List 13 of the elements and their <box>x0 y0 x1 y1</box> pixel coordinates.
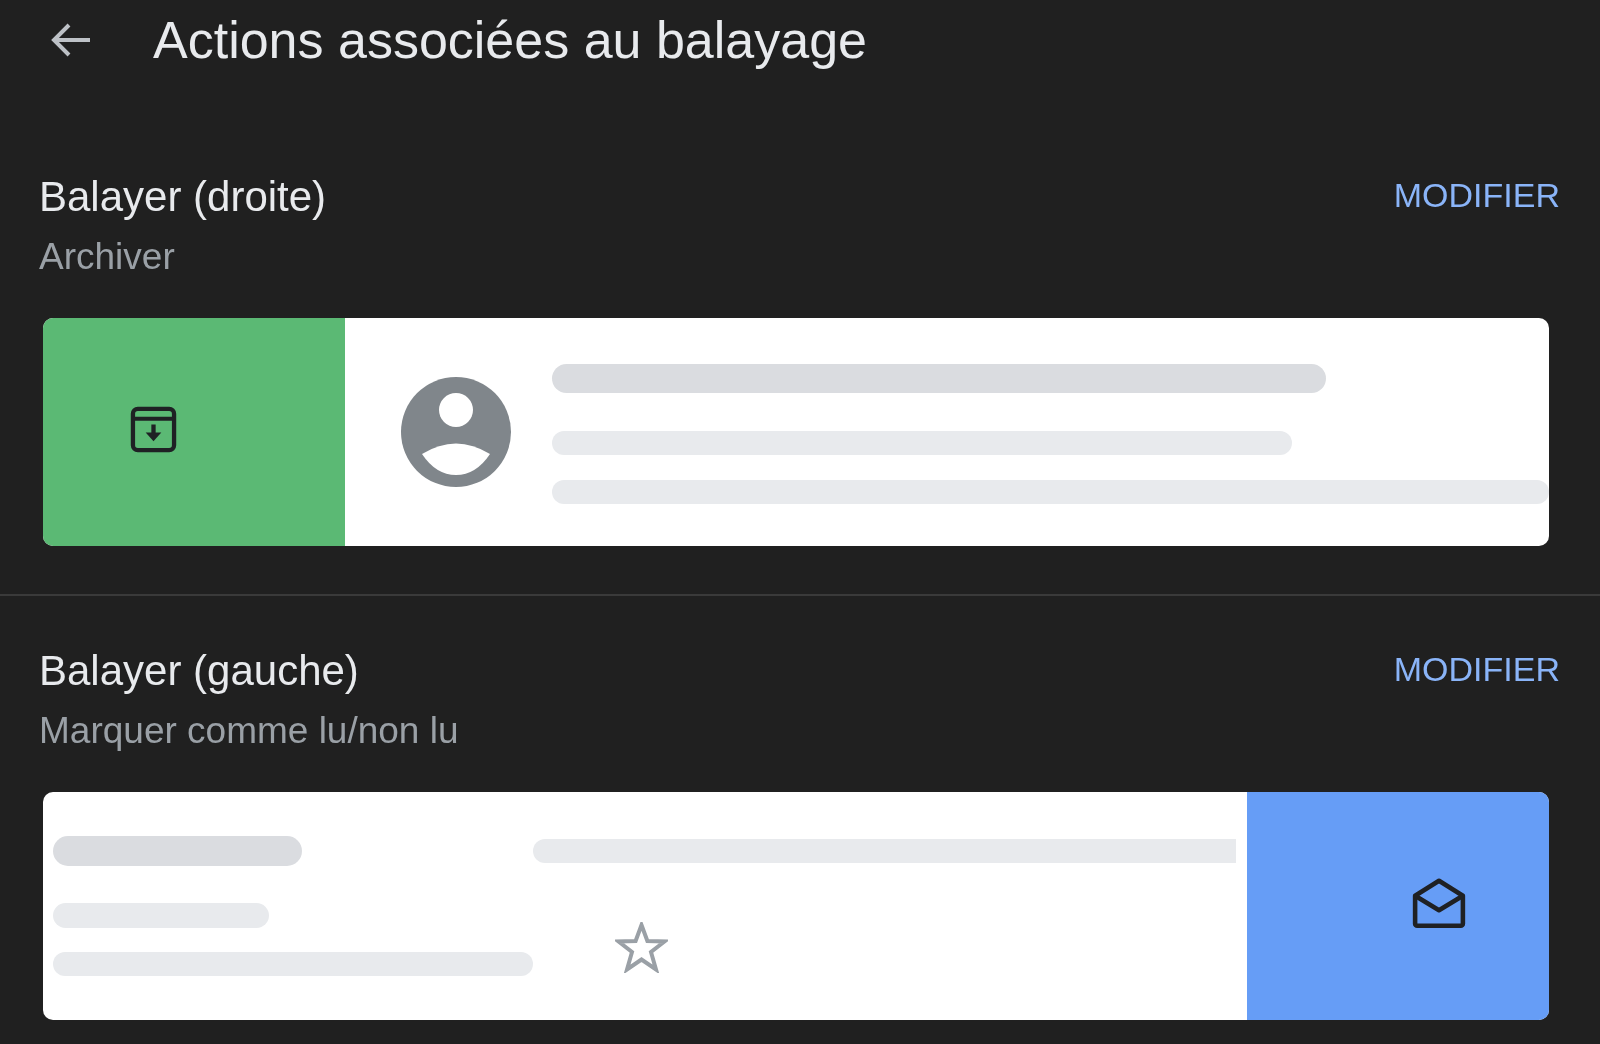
star-icon <box>615 922 668 973</box>
open-envelope-icon <box>1412 877 1466 929</box>
setting-title: Balayer (droite) <box>39 173 327 221</box>
setting-value: Archiver <box>39 237 175 277</box>
edit-button[interactable]: MODIFIER <box>1393 175 1560 215</box>
setting-title: Balayer (gauche) <box>39 647 359 695</box>
page-title: Actions associées au balayage <box>153 10 867 70</box>
back-arrow-icon <box>49 22 92 58</box>
avatar-icon <box>401 377 511 487</box>
archive-icon <box>129 405 177 453</box>
back-button[interactable] <box>49 22 92 58</box>
edit-button[interactable]: MODIFIER <box>1393 649 1560 689</box>
setting-value: Marquer comme lu/non lu <box>39 711 459 751</box>
